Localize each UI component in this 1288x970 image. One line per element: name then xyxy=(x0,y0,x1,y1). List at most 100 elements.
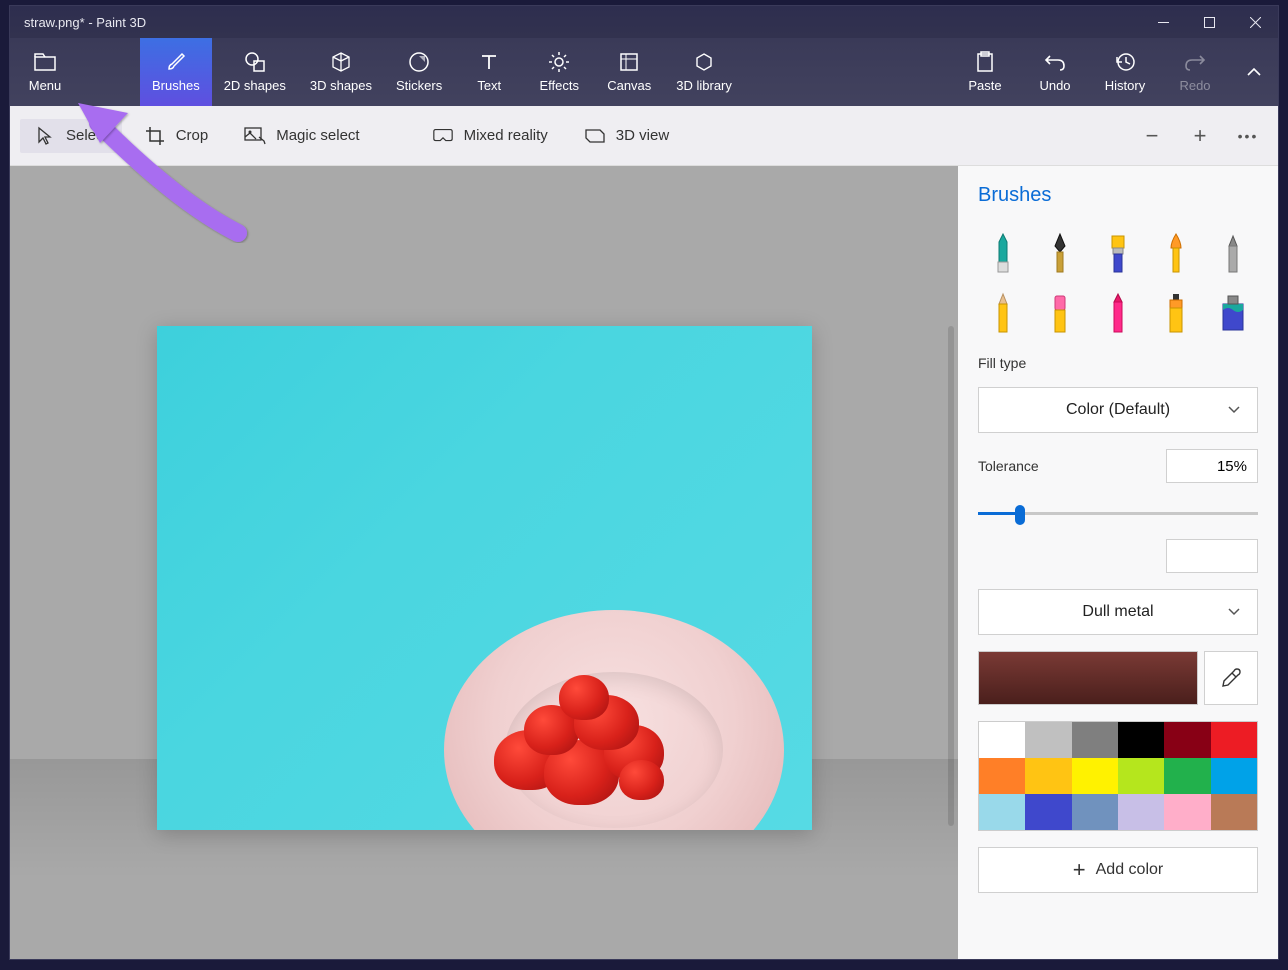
zoom-in-button[interactable]: + xyxy=(1180,116,1220,156)
2d-shapes-tab[interactable]: 2D shapes xyxy=(212,38,298,106)
effects-label: Effects xyxy=(539,78,579,93)
3d-library-tab[interactable]: 3D library xyxy=(664,38,744,106)
brush-spray[interactable] xyxy=(1151,289,1201,339)
collapse-ribbon-button[interactable] xyxy=(1230,38,1278,106)
window-controls xyxy=(1140,6,1278,38)
add-color-label: Add color xyxy=(1096,861,1164,879)
minimize-button[interactable] xyxy=(1140,6,1186,38)
sub-toolbar: Select Crop Magic select Mixed reality 3… xyxy=(10,106,1278,166)
palette-color[interactable] xyxy=(1211,794,1257,830)
brush-pixel[interactable] xyxy=(1208,229,1258,279)
fill-type-label: Fill type xyxy=(978,355,1258,371)
current-color-row xyxy=(978,651,1258,705)
brush-marker[interactable] xyxy=(978,229,1028,279)
palette-color[interactable] xyxy=(1118,758,1164,794)
paste-button[interactable]: Paste xyxy=(950,38,1020,106)
palette-color[interactable] xyxy=(1025,794,1071,830)
ellipsis-icon: ••• xyxy=(1238,128,1259,144)
text-tab[interactable]: Text xyxy=(454,38,524,106)
3d-view-tool[interactable]: 3D view xyxy=(570,119,683,153)
shapes-2d-icon xyxy=(243,50,267,74)
mixed-reality-tool[interactable]: Mixed reality xyxy=(418,119,562,153)
chevron-down-icon xyxy=(1227,401,1241,419)
maximize-button[interactable] xyxy=(1186,6,1232,38)
canvas-image[interactable] xyxy=(157,326,812,830)
palette-color[interactable] xyxy=(1164,722,1210,758)
palette-color[interactable] xyxy=(1025,758,1071,794)
palette-color[interactable] xyxy=(1072,758,1118,794)
more-button[interactable]: ••• xyxy=(1228,116,1268,156)
palette-color[interactable] xyxy=(1164,794,1210,830)
folder-icon xyxy=(33,50,57,74)
palette-color[interactable] xyxy=(1025,722,1071,758)
brush-fill[interactable] xyxy=(1208,289,1258,339)
chevron-down-icon xyxy=(1227,603,1241,621)
brush-crayon[interactable] xyxy=(1093,289,1143,339)
brush-calligraphy[interactable] xyxy=(1036,229,1086,279)
palette-color[interactable] xyxy=(1072,722,1118,758)
palette-color[interactable] xyxy=(979,722,1025,758)
palette-color[interactable] xyxy=(1118,722,1164,758)
brush-pencil[interactable] xyxy=(978,289,1028,339)
secondary-value-input[interactable] xyxy=(1166,539,1258,573)
add-color-button[interactable]: + Add color xyxy=(978,847,1258,893)
brush-watercolor[interactable] xyxy=(1151,229,1201,279)
current-color-swatch[interactable] xyxy=(978,651,1198,705)
tolerance-slider[interactable] xyxy=(978,503,1258,523)
opacity-row xyxy=(978,539,1258,573)
effects-tab[interactable]: Effects xyxy=(524,38,594,106)
crop-tool[interactable]: Crop xyxy=(130,119,223,153)
paste-label: Paste xyxy=(968,78,1001,93)
strawberries-graphic xyxy=(464,670,684,820)
close-button[interactable] xyxy=(1232,6,1278,38)
palette-color[interactable] xyxy=(1118,794,1164,830)
3d-view-icon xyxy=(584,125,606,147)
color-palette xyxy=(978,721,1258,831)
2d-shapes-label: 2D shapes xyxy=(224,78,286,93)
menu-button[interactable]: Menu xyxy=(10,38,80,106)
tolerance-row: Tolerance 15% xyxy=(978,449,1258,483)
palette-color[interactable] xyxy=(1211,758,1257,794)
slider-thumb[interactable] xyxy=(1015,505,1025,525)
zoom-out-button[interactable]: − xyxy=(1132,116,1172,156)
redo-button: Redo xyxy=(1160,38,1230,106)
3d-shapes-tab[interactable]: 3D shapes xyxy=(298,38,384,106)
3d-view-label: 3D view xyxy=(616,127,669,144)
brushes-tab[interactable]: Brushes xyxy=(140,38,212,106)
canvas-label: Canvas xyxy=(607,78,651,93)
stickers-label: Stickers xyxy=(396,78,442,93)
text-label: Text xyxy=(477,78,501,93)
material-dropdown[interactable]: Dull metal xyxy=(978,589,1258,635)
brush-icon xyxy=(164,50,188,74)
content-area: Brushes Fill type Color (Default) Tolera… xyxy=(10,166,1278,959)
cursor-icon xyxy=(34,125,56,147)
canvas-viewport[interactable] xyxy=(10,166,958,959)
brush-oil[interactable] xyxy=(1093,229,1143,279)
menu-label: Menu xyxy=(29,78,62,93)
ribbon: Menu Brushes 2D shapes 3D shapes Sticker… xyxy=(10,38,1278,106)
sticker-icon xyxy=(407,50,431,74)
palette-color[interactable] xyxy=(979,794,1025,830)
brush-eraser[interactable] xyxy=(1036,289,1086,339)
palette-color[interactable] xyxy=(1164,758,1210,794)
shapes-3d-icon xyxy=(329,50,353,74)
panel-title: Brushes xyxy=(978,184,1258,207)
select-tool[interactable]: Select xyxy=(20,119,122,153)
library-icon xyxy=(692,50,716,74)
history-button[interactable]: History xyxy=(1090,38,1160,106)
brushes-label: Brushes xyxy=(152,78,200,93)
window-title: straw.png* - Paint 3D xyxy=(24,15,1140,30)
stickers-tab[interactable]: Stickers xyxy=(384,38,454,106)
eyedropper-button[interactable] xyxy=(1204,651,1258,705)
canvas-tab[interactable]: Canvas xyxy=(594,38,664,106)
undo-button[interactable]: Undo xyxy=(1020,38,1090,106)
magic-select-tool[interactable]: Magic select xyxy=(230,119,373,153)
palette-color[interactable] xyxy=(1072,794,1118,830)
fill-type-dropdown[interactable]: Color (Default) xyxy=(978,387,1258,433)
tolerance-value-input[interactable]: 15% xyxy=(1166,449,1258,483)
undo-icon xyxy=(1043,50,1067,74)
vertical-scrollbar[interactable] xyxy=(948,326,954,826)
palette-color[interactable] xyxy=(979,758,1025,794)
palette-color[interactable] xyxy=(1211,722,1257,758)
crop-label: Crop xyxy=(176,127,209,144)
